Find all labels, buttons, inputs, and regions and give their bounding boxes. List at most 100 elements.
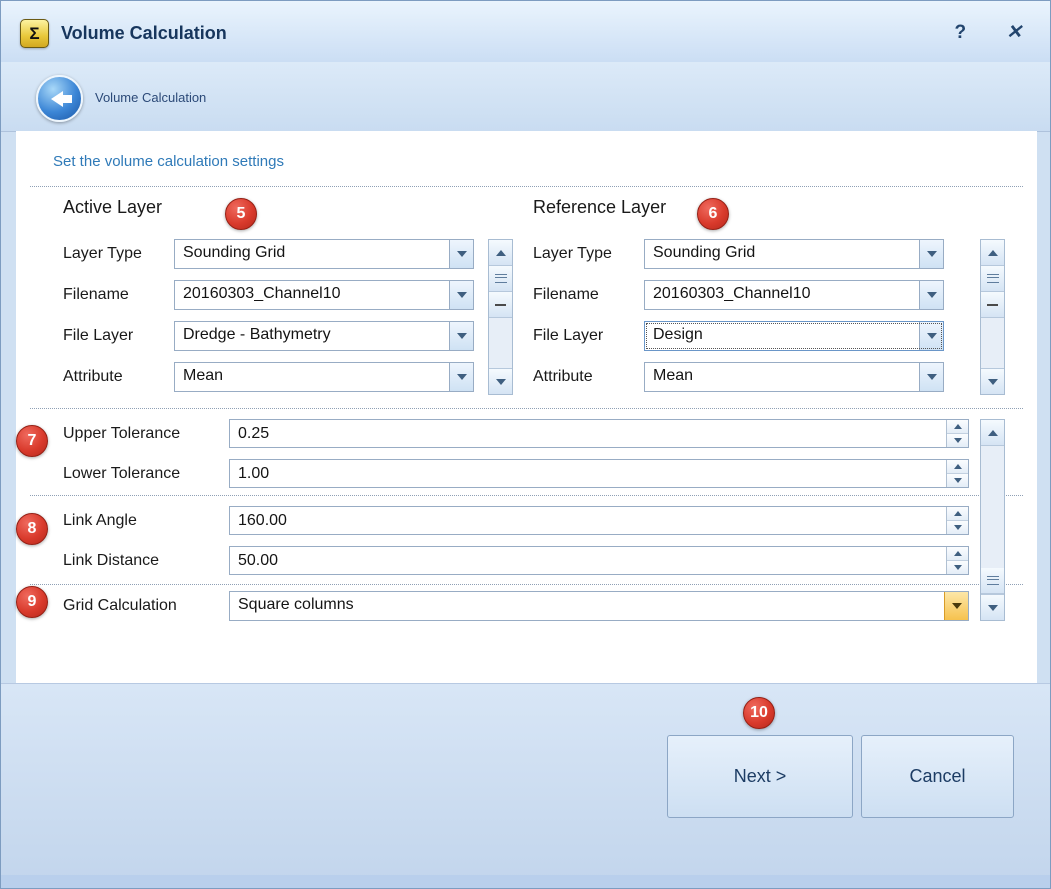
field-label: Upper Tolerance [63, 425, 229, 443]
dropdown-button[interactable] [919, 363, 943, 391]
arrow-down-icon [954, 525, 962, 530]
next-button[interactable]: Next > [667, 735, 853, 818]
spinner-up-button[interactable] [947, 547, 968, 561]
lower-tolerance-row: Lower Tolerance [63, 459, 969, 488]
reference-layer-type-combobox[interactable]: Sounding Grid [644, 239, 944, 269]
scroll-up-button[interactable] [981, 420, 1004, 446]
content-area: Set the volume calculation settings Acti… [16, 131, 1037, 683]
link-distance-row: Link Distance [63, 546, 969, 575]
scroll-track[interactable] [489, 318, 512, 368]
chevron-down-icon [457, 292, 467, 298]
reference-layer-scrollbar[interactable] [980, 239, 1005, 395]
reference-filename-combobox[interactable]: 20160303_Channel10 [644, 280, 944, 310]
arrow-up-icon [954, 551, 962, 556]
scroll-down-button[interactable] [981, 368, 1004, 394]
active-layer-type-combobox[interactable]: Sounding Grid [174, 239, 474, 269]
spinner-up-button[interactable] [947, 507, 968, 521]
upper-tolerance-input[interactable] [230, 420, 946, 447]
link-angle-field [229, 506, 969, 535]
combo-value: Square columns [230, 592, 944, 620]
cancel-button[interactable]: Cancel [861, 735, 1014, 818]
scroll-thumb[interactable] [981, 266, 1004, 292]
help-icon[interactable]: ? [954, 23, 966, 43]
sigma-icon: Σ [29, 24, 39, 44]
file-layer-row: File Layer Dredge - Bathymetry [63, 321, 489, 351]
spinner-up-button[interactable] [947, 420, 968, 434]
upper-tolerance-field [229, 419, 969, 448]
arrow-up-icon [954, 464, 962, 469]
app-icon: Σ [20, 19, 49, 48]
separator [30, 186, 1023, 187]
spinner-up-button[interactable] [947, 460, 968, 474]
active-filename-combobox[interactable]: 20160303_Channel10 [174, 280, 474, 310]
field-label: Grid Calculation [63, 597, 229, 615]
callout-badge-6: 6 [697, 198, 729, 230]
spinner-down-button[interactable] [947, 561, 968, 574]
combo-value: Sounding Grid [645, 240, 919, 268]
collapse-button[interactable] [981, 292, 1004, 318]
grip-icon [987, 576, 999, 585]
active-layer-title: Active Layer [63, 197, 489, 223]
attribute-row: Attribute Mean [533, 362, 959, 392]
link-angle-input[interactable] [230, 507, 946, 534]
scroll-up-button[interactable] [489, 240, 512, 266]
spinner-down-button[interactable] [947, 434, 968, 447]
dropdown-button[interactable] [449, 281, 473, 309]
collapse-button[interactable] [489, 292, 512, 318]
close-icon[interactable]: ✕ [1006, 23, 1020, 43]
spinner-down-button[interactable] [947, 474, 968, 487]
grid-calculation-combobox[interactable]: Square columns [229, 591, 969, 621]
active-layer-scrollbar[interactable] [488, 239, 513, 395]
lower-tolerance-input[interactable] [230, 460, 946, 487]
field-label: File Layer [63, 327, 174, 345]
scroll-track[interactable] [981, 446, 1004, 568]
field-label: Attribute [533, 368, 644, 386]
settings-scrollbar[interactable] [980, 419, 1005, 621]
active-attribute-combobox[interactable]: Mean [174, 362, 474, 392]
arrow-down-icon [496, 379, 506, 385]
footer: Next > Cancel [1, 683, 1050, 888]
layer-type-row: Layer Type Sounding Grid [63, 239, 489, 269]
scroll-thumb[interactable] [981, 568, 1004, 594]
minus-icon [495, 304, 506, 306]
arrow-up-icon [988, 430, 998, 436]
grip-icon [495, 274, 507, 283]
active-file-layer-combobox[interactable]: Dredge - Bathymetry [174, 321, 474, 351]
dropdown-button[interactable] [919, 240, 943, 268]
titlebar-buttons: ? ✕ [954, 23, 1020, 43]
scroll-down-button[interactable] [981, 594, 1004, 620]
arrow-up-icon [496, 250, 506, 256]
link-distance-field [229, 546, 969, 575]
chevron-down-icon [927, 251, 937, 257]
field-label: Attribute [63, 368, 174, 386]
reference-file-layer-combobox[interactable]: Design [644, 321, 944, 351]
scroll-down-button[interactable] [489, 368, 512, 394]
spinner-down-button[interactable] [947, 521, 968, 534]
grid-calculation-row: Grid Calculation Square columns [63, 591, 969, 620]
combo-value: 20160303_Channel10 [645, 281, 919, 309]
callout-badge-9: 9 [16, 586, 48, 618]
arrow-up-icon [988, 250, 998, 256]
link-distance-input[interactable] [230, 547, 946, 574]
active-layer-group: Active Layer Layer Type Sounding Grid Fi… [63, 197, 489, 403]
back-arrow-icon [51, 91, 63, 107]
dropdown-button[interactable] [449, 363, 473, 391]
dropdown-button[interactable] [449, 322, 473, 350]
combo-value: Mean [175, 363, 449, 391]
spinner [946, 507, 968, 534]
dropdown-button[interactable] [449, 240, 473, 268]
back-button[interactable] [36, 75, 83, 122]
scroll-up-button[interactable] [981, 240, 1004, 266]
filename-row: Filename 20160303_Channel10 [533, 280, 959, 310]
scroll-thumb[interactable] [489, 266, 512, 292]
callout-badge-5: 5 [225, 198, 257, 230]
dropdown-button[interactable] [944, 592, 968, 620]
combo-value: Dredge - Bathymetry [175, 322, 449, 350]
dropdown-button[interactable] [919, 322, 943, 350]
dropdown-button[interactable] [919, 281, 943, 309]
header-label: Volume Calculation [95, 90, 206, 105]
reference-attribute-combobox[interactable]: Mean [644, 362, 944, 392]
combo-value: Sounding Grid [175, 240, 449, 268]
field-label: Layer Type [533, 245, 644, 263]
scroll-track[interactable] [981, 318, 1004, 368]
